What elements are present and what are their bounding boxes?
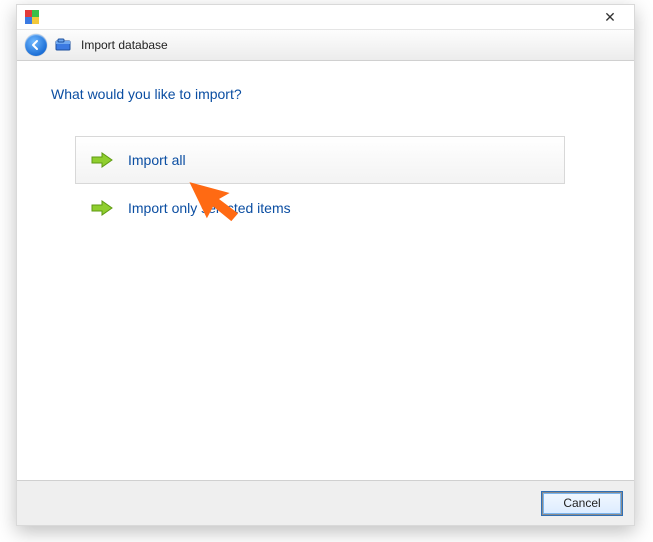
- option-import-selected[interactable]: Import only selected items: [75, 184, 565, 232]
- app-icon: [25, 10, 39, 24]
- right-arrow-icon: [90, 198, 114, 218]
- options-list: Import all Import only selected items: [75, 136, 600, 232]
- back-arrow-icon: [30, 39, 42, 51]
- option-label: Import only selected items: [128, 200, 291, 216]
- option-label: Import all: [128, 152, 186, 168]
- option-import-all[interactable]: Import all: [75, 136, 565, 184]
- nav-bar: Import database: [17, 29, 634, 61]
- cancel-button[interactable]: Cancel: [542, 492, 622, 515]
- database-icon: [55, 38, 73, 52]
- titlebar: ✕: [17, 5, 634, 29]
- page-heading: What would you like to import?: [51, 86, 600, 102]
- content-area: What would you like to import? Import al…: [17, 60, 634, 481]
- close-button[interactable]: ✕: [592, 6, 628, 28]
- footer: Cancel: [17, 480, 634, 525]
- dialog-window: ✕ Import database What would you like to…: [16, 4, 635, 526]
- right-arrow-icon: [90, 150, 114, 170]
- window-title: Import database: [81, 38, 168, 52]
- cancel-label: Cancel: [563, 496, 600, 510]
- back-button[interactable]: [25, 34, 47, 56]
- close-icon: ✕: [604, 9, 616, 26]
